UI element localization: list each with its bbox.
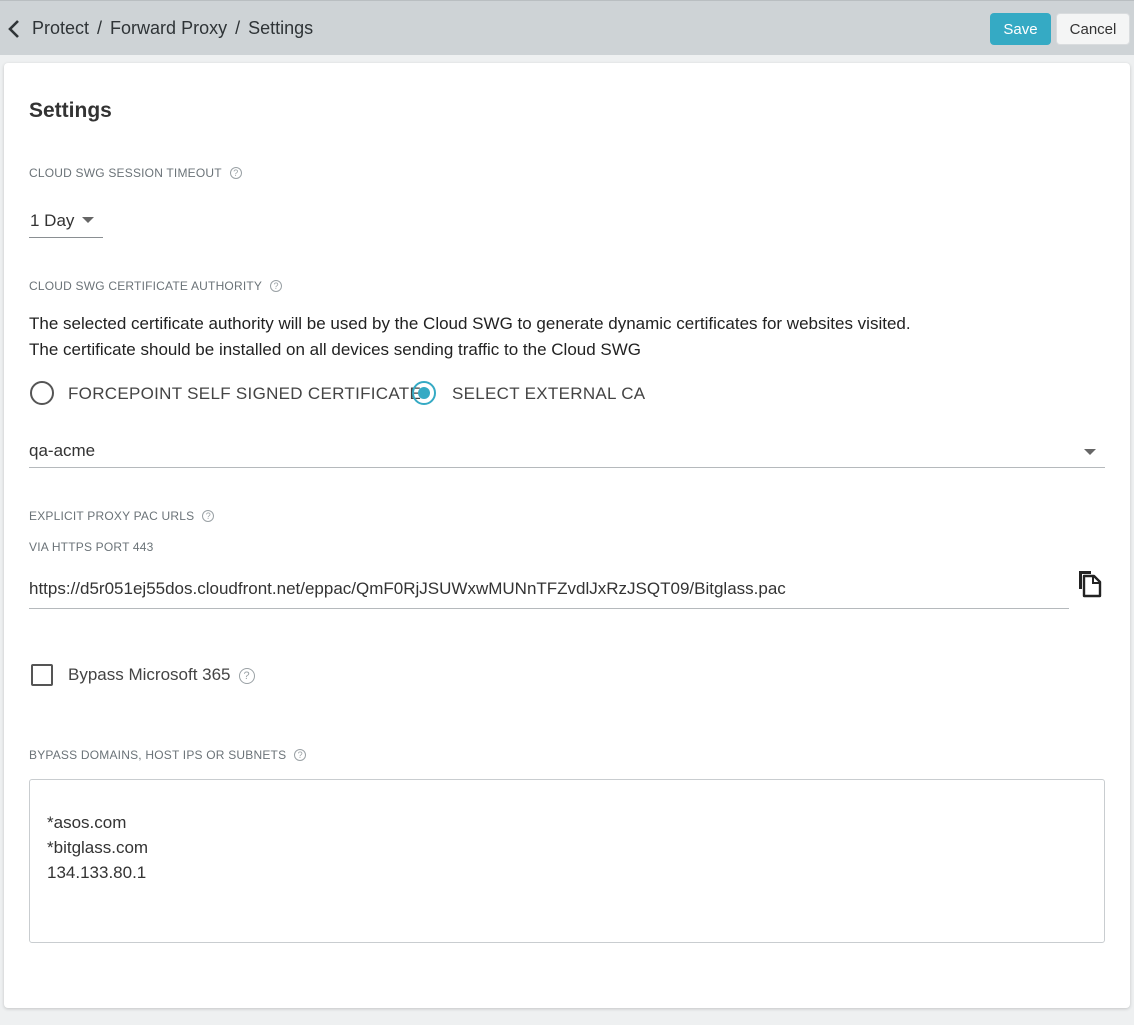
page-title: Settings (29, 99, 112, 122)
bypass-domain-line: *asos.com (47, 813, 127, 832)
chevron-left-icon[interactable] (4, 17, 24, 41)
bypass-domains-textarea[interactable]: *asos.com *bitglass.com 134.133.80.1 (29, 779, 1105, 943)
description-line-1: The selected certificate authority will … (29, 314, 911, 333)
pac-url-field[interactable]: https://d5r051ej55dos.cloudfront.net/epp… (29, 575, 1069, 609)
description-line-2: The certificate should be installed on a… (29, 340, 642, 359)
session-timeout-label: CLOUD SWG SESSION TIMEOUT? (29, 166, 242, 180)
help-circle-icon[interactable]: ? (270, 280, 283, 292)
external-ca-value: qa-acme (29, 441, 96, 460)
caret-down-icon (1084, 449, 1096, 455)
save-button[interactable]: Save (990, 13, 1051, 45)
settings-card: Settings CLOUD SWG SESSION TIMEOUT? 1 Da… (4, 63, 1130, 1008)
help-circle-icon[interactable]: ? (238, 668, 255, 684)
breadcrumb-separator: / (235, 18, 241, 38)
session-timeout-label-text: CLOUD SWG SESSION TIMEOUT (29, 166, 222, 180)
certificate-authority-label-text: CLOUD SWG CERTIFICATE AUTHORITY (29, 279, 263, 293)
help-circle-icon[interactable]: ? (202, 510, 215, 522)
session-timeout-value: 1 Day (30, 211, 75, 230)
pac-url-value: https://d5r051ej55dos.cloudfront.net/epp… (29, 579, 786, 598)
caret-down-icon (82, 217, 94, 223)
pac-urls-label-text: EXPLICIT PROXY PAC URLS (29, 509, 195, 523)
copy-icon[interactable] (1075, 568, 1103, 598)
pac-urls-label: EXPLICIT PROXY PAC URLS? (29, 509, 215, 523)
session-timeout-select[interactable]: 1 Day (29, 207, 103, 238)
breadcrumb-item-forward-proxy[interactable]: Forward Proxy (110, 18, 227, 38)
bypass-m365-label-text: Bypass Microsoft 365 (68, 665, 231, 684)
certificate-authority-description: The selected certificate authority will … (29, 311, 911, 363)
bypass-m365-checkbox[interactable] (31, 664, 53, 686)
radio-external-ca[interactable] (412, 381, 436, 405)
bypass-domains-label-text: BYPASS DOMAINS, HOST IPS OR SUBNETS (29, 748, 287, 762)
bypass-domain-line: *bitglass.com (47, 838, 149, 857)
help-circle-icon[interactable]: ? (229, 167, 242, 179)
radio-label-external-ca[interactable]: SELECT EXTERNAL CA (452, 384, 645, 404)
bypass-domains-label: BYPASS DOMAINS, HOST IPS OR SUBNETS? (29, 748, 307, 762)
breadcrumb-item-protect[interactable]: Protect (32, 18, 89, 38)
radio-self-signed-certificate[interactable] (30, 381, 54, 405)
external-ca-select[interactable]: qa-acme (29, 437, 1105, 468)
top-bar: Protect / Forward Proxy / Settings Save Canc… (0, 0, 1134, 55)
bypass-domain-line: 134.133.80.1 (47, 863, 147, 882)
bypass-m365-label[interactable]: Bypass Microsoft 365? (68, 665, 255, 685)
certificate-authority-label: CLOUD SWG CERTIFICATE AUTHORITY? (29, 279, 283, 293)
help-circle-icon[interactable]: ? (294, 749, 307, 761)
breadcrumb-item-settings: Settings (248, 18, 314, 38)
radio-label-self-signed[interactable]: FORCEPOINT SELF SIGNED CERTIFICATE (68, 384, 421, 404)
breadcrumb-separator: / (97, 18, 103, 38)
pac-urls-sublabel: VIA HTTPS PORT 443 (29, 540, 154, 554)
cancel-button[interactable]: Cancel (1056, 13, 1130, 45)
breadcrumb: Protect / Forward Proxy / Settings (32, 18, 313, 39)
